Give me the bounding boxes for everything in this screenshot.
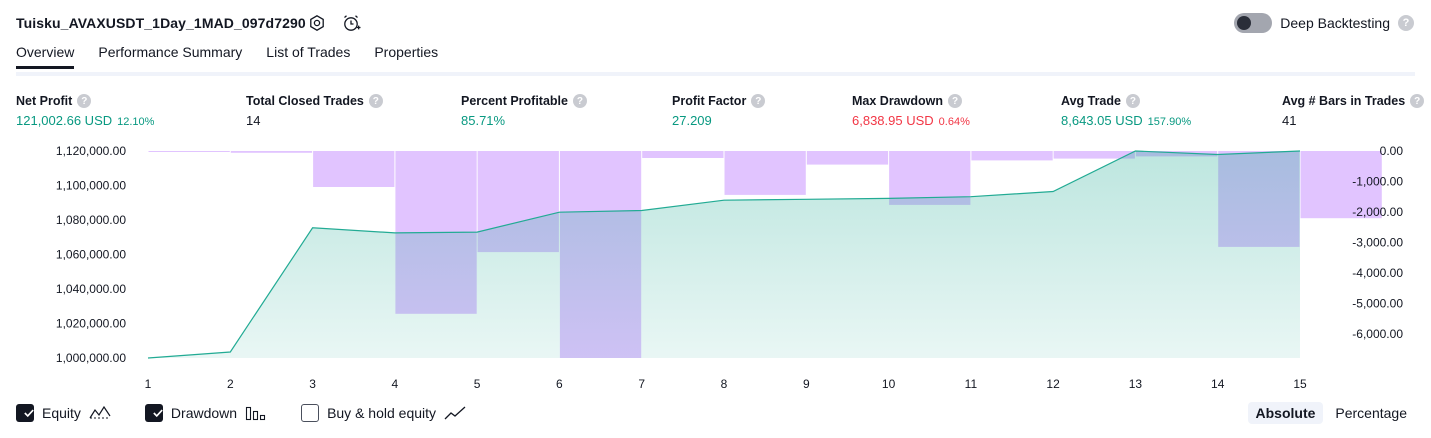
x-axis-tick-label: 6 [556, 377, 563, 391]
drawdown-bar[interactable] [971, 151, 1053, 161]
x-axis-tick-label: 10 [882, 377, 896, 391]
left-axis-tick-label: 1,080,000.00 [56, 213, 126, 227]
buy-hold-icon [444, 406, 466, 420]
equity-checkbox[interactable] [16, 404, 34, 422]
x-axis-tick-label: 9 [803, 377, 810, 391]
right-axis-tick-label: -1,000.00 [1352, 175, 1403, 189]
drawdown-bar[interactable] [642, 151, 724, 158]
left-axis-tick-label: 1,020,000.00 [56, 317, 126, 331]
x-axis-tick-label: 3 [309, 377, 316, 391]
drawdown-bar[interactable] [313, 151, 395, 187]
drawdown-bar[interactable] [806, 151, 889, 165]
buy-hold-label: Buy & hold equity [327, 405, 437, 421]
drawdown-bar[interactable] [230, 151, 313, 153]
drawdown-label: Drawdown [170, 405, 238, 421]
right-axis-tick-label: -2,000.00 [1352, 205, 1403, 219]
x-axis-tick-label: 5 [474, 377, 481, 391]
x-axis-tick-label: 8 [721, 377, 728, 391]
buy-hold-checkbox[interactable] [301, 404, 320, 422]
x-axis-tick-label: 12 [1046, 377, 1060, 391]
x-axis-tick-label: 7 [638, 377, 645, 391]
equity-toggle[interactable]: Equity [16, 404, 111, 422]
drawdown-bar[interactable] [724, 151, 806, 195]
right-axis-tick-label: 0.00 [1380, 144, 1404, 158]
left-axis-tick-label: 1,040,000.00 [56, 282, 126, 296]
x-axis-tick-label: 11 [965, 377, 978, 391]
x-axis-tick-label: 15 [1293, 377, 1307, 391]
equity-label: Equity [42, 405, 81, 421]
drawdown-checkbox[interactable] [144, 404, 163, 422]
left-axis-tick-label: 1,000,000.00 [56, 351, 126, 365]
x-axis-tick-label: 14 [1211, 377, 1225, 391]
right-axis-tick-label: -5,000.00 [1352, 297, 1403, 311]
right-axis-tick-label: -4,000.00 [1352, 266, 1403, 280]
absolute-button[interactable]: Absolute [1247, 402, 1324, 424]
x-axis-tick-label: 4 [392, 377, 399, 391]
right-axis-tick-label: -6,000.00 [1352, 327, 1403, 341]
right-axis-tick-label: -3,000.00 [1352, 236, 1403, 250]
value-mode-switch: Absolute Percentage [1247, 402, 1416, 424]
x-axis-tick-label: 1 [145, 377, 152, 391]
buy-hold-toggle[interactable]: Buy & hold equity [301, 404, 466, 422]
percentage-button[interactable]: Percentage [1327, 402, 1415, 424]
left-axis-tick-label: 1,100,000.00 [56, 179, 126, 193]
x-axis-tick-label: 13 [1129, 377, 1143, 391]
drawdown-bar[interactable] [148, 151, 230, 152]
drawdown-toggle[interactable]: Drawdown [144, 404, 267, 422]
chart-legend: Equity Drawdown Buy & hold equity [16, 404, 500, 422]
equity-drawdown-chart[interactable]: 1,120,000.00 1,100,000.00 1,080,000.00 1,06… [0, 0, 1431, 398]
equity-icon [89, 405, 111, 419]
x-axis-tick-label: 2 [227, 377, 234, 391]
left-axis-tick-label: 1,120,000.00 [56, 144, 126, 158]
drawdown-icon [246, 406, 266, 421]
left-axis-tick-label: 1,060,000.00 [56, 248, 126, 262]
